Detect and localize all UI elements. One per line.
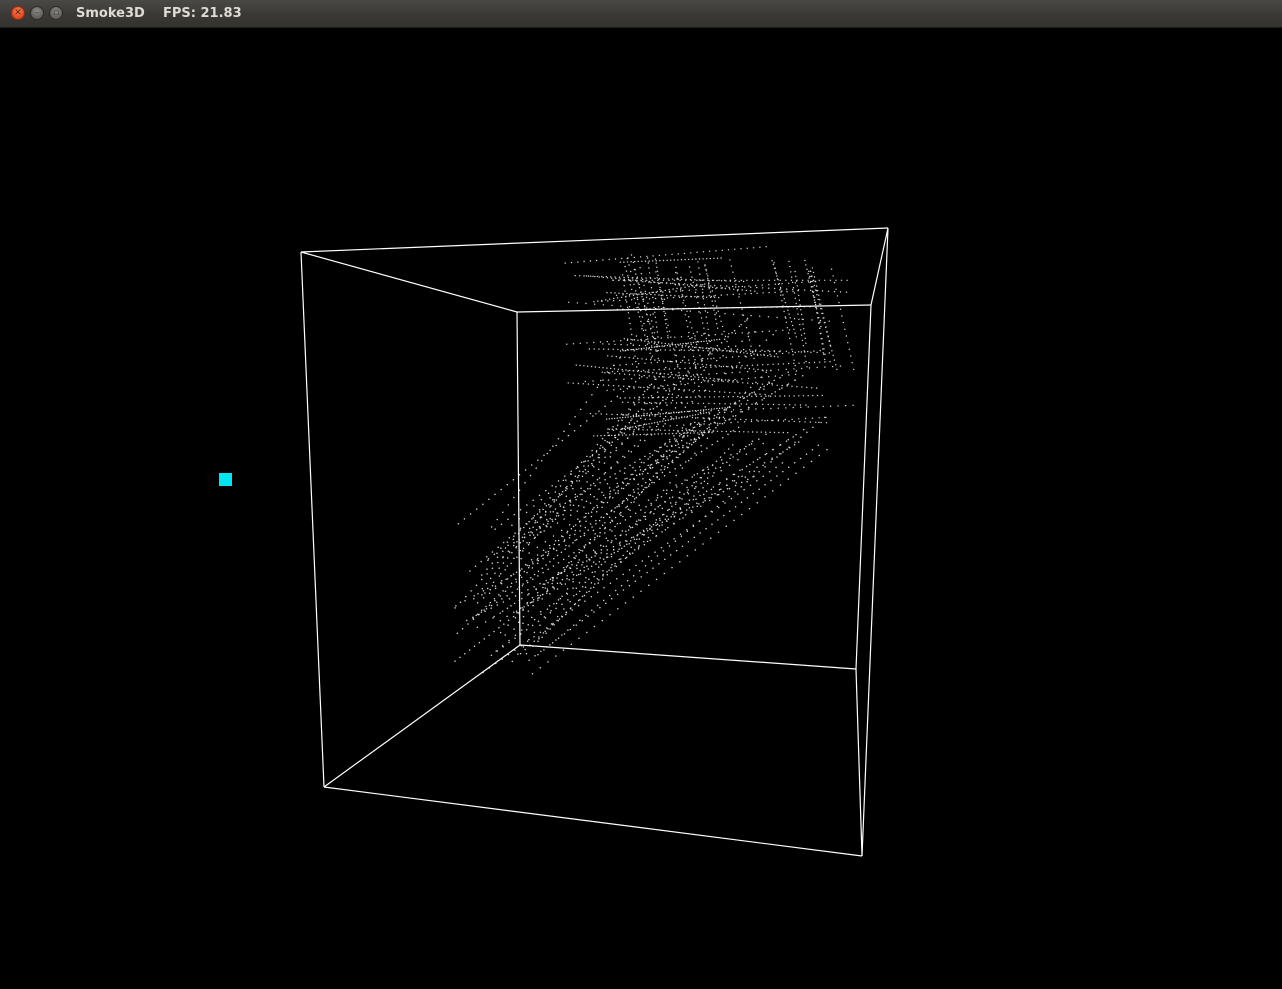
smoke-particle-ray bbox=[788, 260, 808, 368]
minimize-icon[interactable]: – bbox=[30, 6, 44, 20]
smoke-particle-ray bbox=[511, 421, 696, 663]
bounding-box-wireframe bbox=[300, 227, 889, 857]
smoke-particle-ray bbox=[484, 426, 740, 594]
smoke-source-marker bbox=[219, 473, 232, 486]
smoke-particle-ray bbox=[575, 364, 738, 382]
smoke-particle-ray bbox=[621, 274, 638, 368]
smoke-particle-ray bbox=[475, 466, 709, 617]
smoke-particle-cloud bbox=[454, 246, 855, 675]
smoke-particle-ray bbox=[494, 330, 756, 530]
smoke-particle-ray bbox=[810, 270, 838, 371]
edge-back-bottom bbox=[519, 644, 857, 670]
smoke-particle-ray bbox=[469, 390, 685, 572]
smoke-particle-ray bbox=[619, 394, 823, 399]
edge-depth-top-left bbox=[300, 251, 518, 313]
maximize-icon[interactable]: ▫ bbox=[49, 6, 63, 20]
smoke-particle-ray bbox=[492, 433, 767, 619]
smoke-particle-ray bbox=[472, 427, 684, 619]
smoke-particle-ray bbox=[809, 270, 826, 361]
smoke-particle-ray bbox=[528, 444, 820, 661]
smoke-particle-ray bbox=[589, 412, 828, 424]
smoke-particle-ray bbox=[481, 331, 698, 576]
smoke-particle-ray bbox=[607, 355, 772, 372]
smoke-particle-ray bbox=[455, 444, 751, 607]
fps-counter: FPS: 21.83 bbox=[163, 6, 242, 21]
edge-depth-bottom-right bbox=[855, 668, 863, 857]
smoke-particle-ray bbox=[655, 271, 680, 374]
smoke-particle-ray bbox=[606, 373, 797, 392]
smoke-particle-ray bbox=[516, 375, 804, 543]
edge-depth-bottom-left bbox=[323, 644, 521, 788]
smoke-particle-ray bbox=[525, 422, 721, 655]
smoke-particle-ray bbox=[531, 448, 828, 675]
smoke-particle-ray bbox=[515, 443, 796, 613]
smoke-particle-ray bbox=[567, 382, 766, 396]
smoke-particle-ray bbox=[613, 349, 821, 367]
close-icon[interactable]: ✕ bbox=[11, 6, 25, 20]
smoke-particle-ray bbox=[630, 254, 659, 360]
smoke-particle-ray bbox=[675, 266, 698, 375]
smoke-particle-ray bbox=[502, 333, 774, 559]
simulation-scene bbox=[300, 227, 889, 857]
smoke-particle-ray bbox=[585, 275, 756, 292]
smoke-particle-ray bbox=[487, 317, 749, 561]
smoke-particle-ray bbox=[454, 497, 671, 662]
smoke-particle-ray bbox=[729, 259, 755, 360]
smoke-particle-ray bbox=[588, 348, 780, 353]
smoke-particle-ray bbox=[504, 441, 800, 636]
smoke-particle-ray bbox=[476, 425, 701, 604]
edge-back-top bbox=[516, 304, 872, 313]
smoke-particle-ray bbox=[564, 246, 767, 264]
smoke-particle-ray bbox=[520, 371, 789, 560]
smoke-particle-ray bbox=[619, 257, 722, 263]
smoke-particle-ray bbox=[457, 371, 649, 525]
edge-front-bottom bbox=[323, 786, 863, 857]
window-title: Smoke3D bbox=[76, 6, 145, 21]
smoke-particle-ray bbox=[490, 475, 740, 656]
smoke-particle-ray bbox=[620, 404, 854, 415]
smoke-particle-ray bbox=[534, 379, 775, 522]
edge-front-top bbox=[300, 227, 889, 253]
smoke-particle-ray bbox=[574, 275, 745, 283]
smoke-particle-ray bbox=[568, 301, 830, 322]
smoke-particle-ray bbox=[566, 329, 791, 345]
render-viewport[interactable] bbox=[1, 28, 1281, 988]
smoke-particle-ray bbox=[517, 406, 706, 623]
smoke-particle-ray bbox=[473, 373, 661, 600]
smoke-particle-ray bbox=[804, 259, 822, 328]
edge-back-left bbox=[516, 311, 521, 646]
smoke-particle-ray bbox=[622, 401, 807, 406]
smoke-particle-ray bbox=[604, 372, 818, 389]
edge-back-right bbox=[855, 304, 872, 670]
edge-front-left bbox=[300, 251, 325, 788]
smoke-particle-ray bbox=[830, 268, 855, 371]
smoke-particle-ray bbox=[584, 365, 842, 383]
smoke-particle-ray bbox=[794, 270, 807, 344]
app-window: ✕ – ▫ Smoke3D FPS: 21.83 bbox=[0, 0, 1282, 989]
smoke-particle-ray bbox=[522, 380, 706, 549]
smoke-particle-ray bbox=[646, 257, 660, 343]
edge-front-right bbox=[861, 227, 889, 857]
smoke-particle-ray bbox=[456, 412, 711, 635]
smoke-particle-ray bbox=[495, 440, 754, 652]
smoke-particle-ray bbox=[593, 431, 713, 437]
title-bar[interactable]: ✕ – ▫ Smoke3D FPS: 21.83 bbox=[0, 0, 1282, 28]
smoke-particle-ray bbox=[621, 411, 710, 430]
smoke-particle-ray bbox=[771, 260, 797, 338]
smoke-particle-ray bbox=[466, 475, 755, 622]
smoke-particle-ray bbox=[481, 374, 687, 596]
smoke-particle-ray bbox=[482, 462, 784, 674]
smoke-particle-ray bbox=[654, 258, 669, 337]
smoke-particle-ray bbox=[490, 276, 682, 528]
smoke-particle-ray bbox=[602, 343, 830, 354]
smoke-particle-ray bbox=[541, 428, 805, 600]
